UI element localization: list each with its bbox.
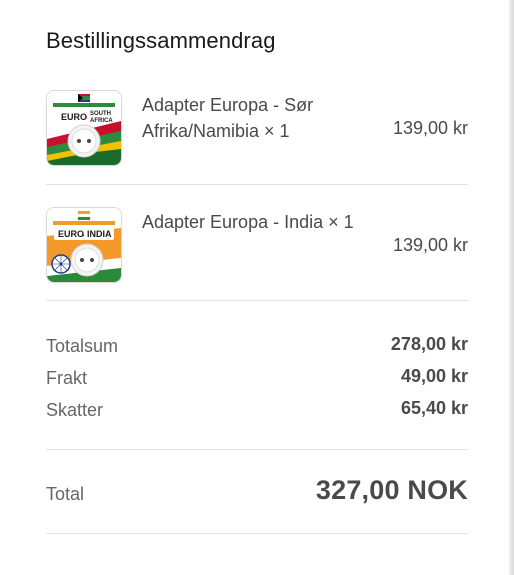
shipping-label: Frakt [46,368,88,388]
shipping-row: Frakt 49,00 kr [46,366,468,390]
badge-euro-text: EURO [58,229,84,239]
subtotal-value: 278,00 kr [390,334,468,354]
item-name: Adapter Europa - Sør Afrika/Namibia × 1 [142,95,314,141]
item-name: Adapter Europa - India × 1 [142,212,354,232]
tax-value: 65,40 kr [400,398,468,418]
total-value: 327,00 NOK [315,475,468,505]
badge-destination-line2: AFRICA [90,118,113,124]
line-item: EURO › INDIA Adapter Europa - India × 1 … [46,205,468,283]
tax-row: Skatter 65,40 kr [46,398,468,422]
svg-text:›: › [82,230,85,239]
product-thumbnail-india-adapter: EURO › INDIA [46,207,122,283]
order-summary-page: Bestillingssammendrag EURO › SOUTH AFRIC… [0,0,514,575]
page-edge [509,0,514,575]
badge-destination-line1: SOUTH [90,111,111,117]
divider [46,533,468,534]
line-item: EURO › SOUTH AFRICA Adapter Europa - Sør… [46,88,468,166]
badge-euro-text: EURO [61,112,87,122]
divider [46,184,468,185]
adapter-image: EURO › SOUTH AFRICA [47,91,121,165]
divider [46,449,468,450]
order-summary-title: Bestillingssammendrag [46,28,276,53]
shipping-value: 49,00 kr [400,366,468,386]
adapter-image: EURO › INDIA [47,208,121,282]
item-price: 139,00 kr [392,235,468,255]
product-thumbnail-south-africa-adapter: EURO › SOUTH AFRICA [46,90,122,166]
subtotal-row: Totalsum 278,00 kr [46,334,468,358]
subtotal-label: Totalsum [46,336,119,356]
total-label: Total [46,484,85,504]
tax-label: Skatter [46,400,104,420]
item-price: 139,00 kr [392,118,468,138]
divider [46,300,468,301]
badge-destination-line1: INDIA [87,229,112,239]
